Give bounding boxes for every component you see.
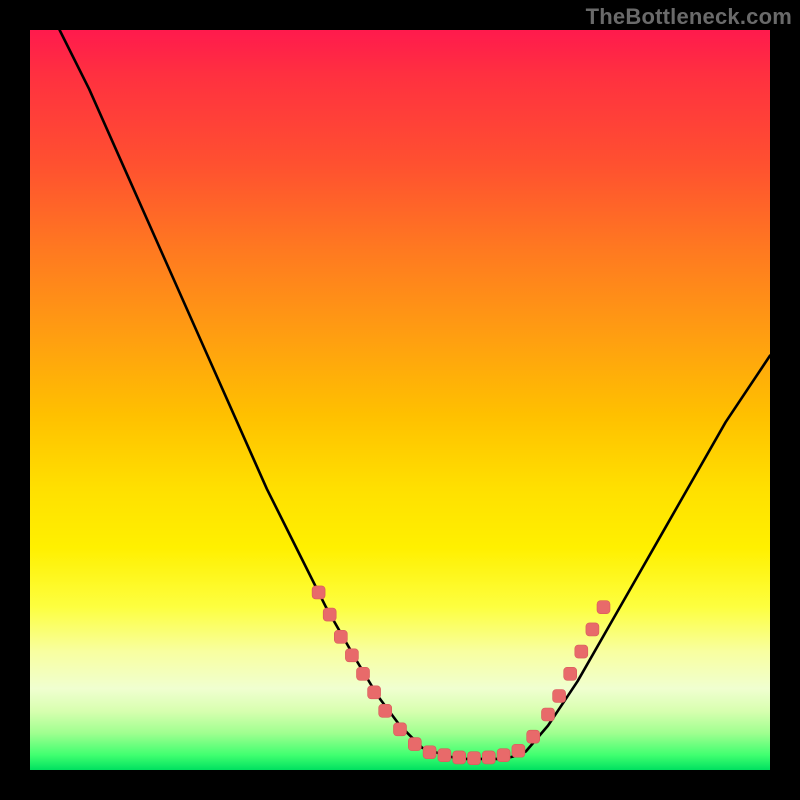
highlight-marker (553, 690, 566, 703)
highlight-marker (438, 749, 451, 762)
highlight-marker (408, 738, 421, 751)
highlight-marker (379, 704, 392, 717)
watermark-text: TheBottleneck.com (586, 4, 792, 30)
highlight-marker (527, 730, 540, 743)
plot-area (30, 30, 770, 770)
highlight-marker (394, 723, 407, 736)
highlight-marker (334, 630, 347, 643)
curve-layer (60, 30, 770, 759)
highlight-marker (497, 749, 510, 762)
highlight-marker (575, 645, 588, 658)
highlight-marker (323, 608, 336, 621)
highlight-marker (468, 752, 481, 765)
highlight-marker (423, 746, 436, 759)
marker-layer (312, 586, 610, 765)
highlight-marker (512, 744, 525, 757)
highlight-marker (368, 686, 381, 699)
highlight-marker (357, 667, 370, 680)
highlight-marker (542, 708, 555, 721)
highlight-marker (586, 623, 599, 636)
highlight-marker (345, 649, 358, 662)
highlight-marker (312, 586, 325, 599)
bottleneck-curve (60, 30, 770, 759)
highlight-marker (564, 667, 577, 680)
chart-svg (30, 30, 770, 770)
highlight-marker (453, 751, 466, 764)
highlight-marker (597, 601, 610, 614)
chart-stage: TheBottleneck.com (0, 0, 800, 800)
highlight-marker (482, 751, 495, 764)
